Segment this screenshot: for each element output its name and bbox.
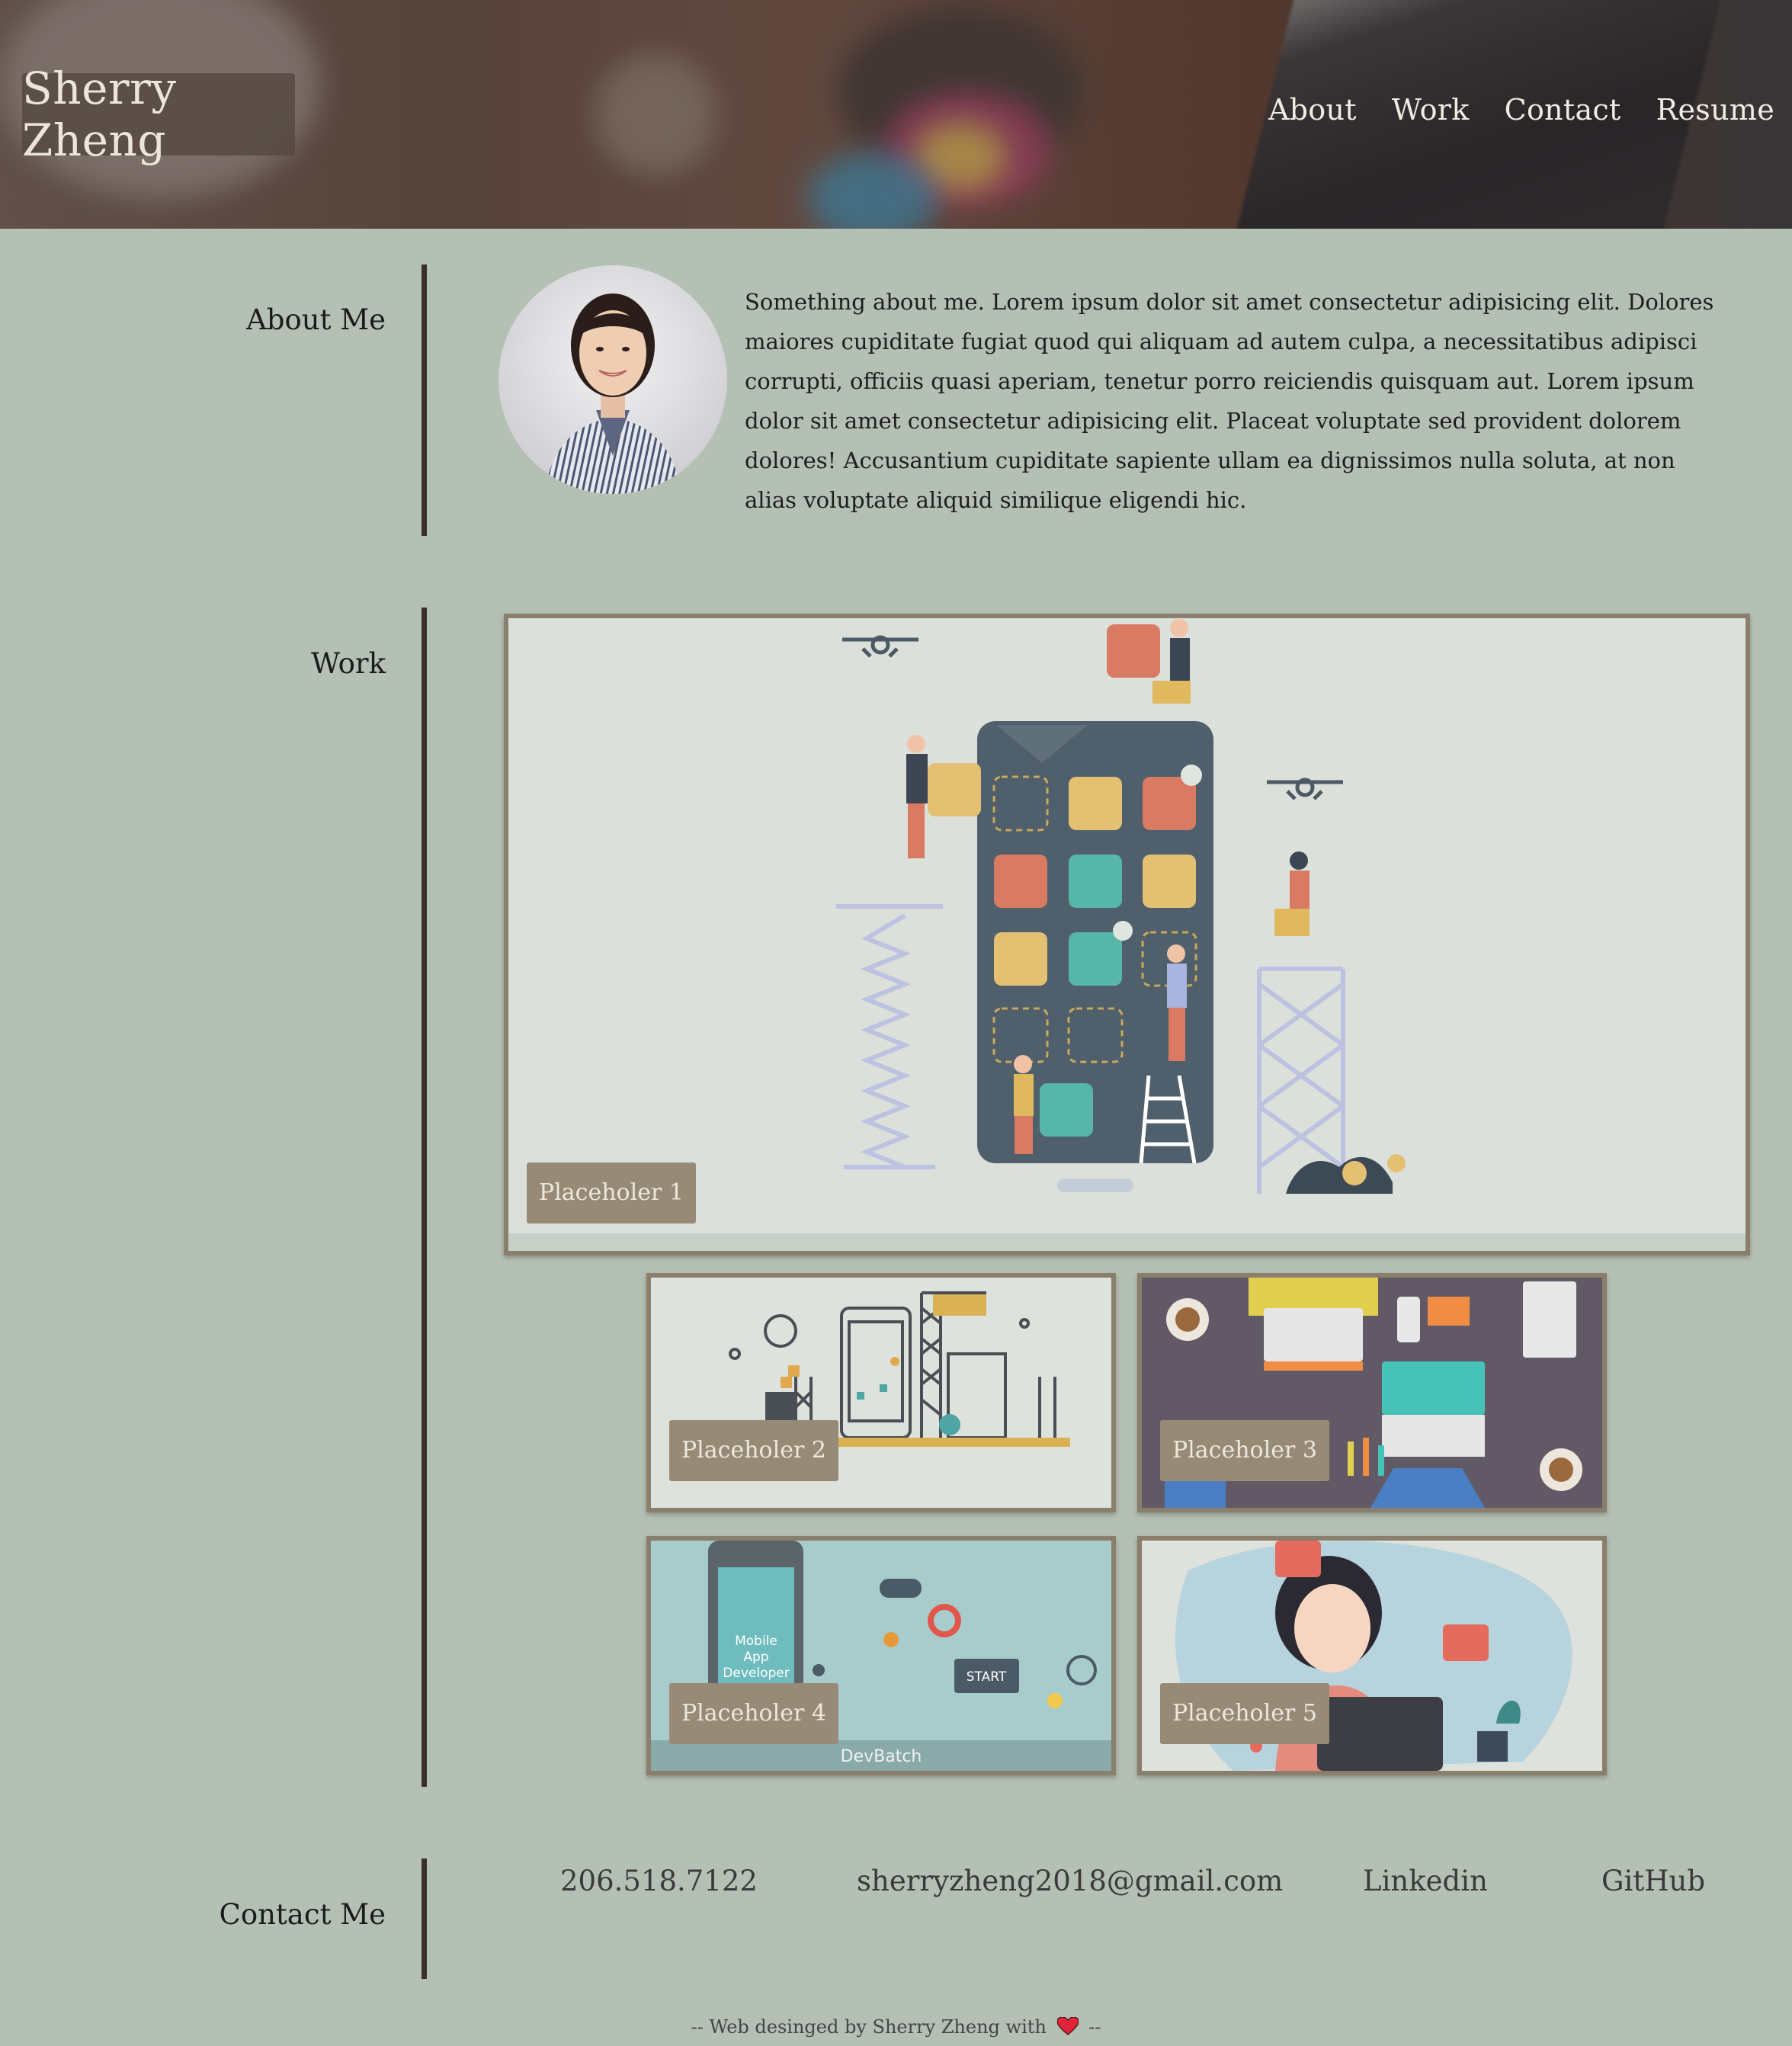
- footer-text-suffix: --: [1088, 2016, 1101, 2038]
- app-development-illustration: [508, 618, 1746, 1251]
- project-card-5[interactable]: Placeholer 5: [1137, 1536, 1607, 1775]
- project-label: Placeholer 4: [669, 1683, 838, 1744]
- project-label: Placeholer 1: [527, 1162, 696, 1223]
- project-label: Placeholer 5: [1160, 1683, 1329, 1744]
- project-card-1[interactable]: Placeholer 1: [504, 614, 1750, 1256]
- phone-link[interactable]: 206.518.7122: [560, 1865, 758, 1897]
- devbatch-logo: DevBatch: [841, 1747, 922, 1766]
- section-divider: [422, 265, 427, 536]
- profile-photo: [498, 265, 727, 494]
- contact-title: Contact Me: [219, 1898, 386, 1931]
- hero-header: Sherry Zheng About Work Contact Resume: [0, 0, 1792, 229]
- nav-about[interactable]: About: [1268, 93, 1357, 127]
- project-label: Placeholer 2: [669, 1420, 838, 1481]
- nav-contact[interactable]: Contact: [1505, 93, 1621, 127]
- github-link[interactable]: GitHub: [1601, 1865, 1705, 1897]
- footer-text-prefix: -- Web desinged by Sherry Zheng with: [691, 2016, 1047, 2038]
- project-card-4[interactable]: Mobile App Developer START DevBatch Plac…: [646, 1536, 1116, 1775]
- main-nav: About Work Contact Resume: [1268, 93, 1774, 127]
- about-text: Something about me. Lorem ipsum dolor si…: [745, 289, 1714, 513]
- email-link[interactable]: sherryzheng2018@gmail.com: [857, 1865, 1283, 1897]
- project-card-3[interactable]: Placeholer 3: [1137, 1273, 1607, 1512]
- linkedin-link[interactable]: Linkedin: [1363, 1865, 1488, 1897]
- project-card-2[interactable]: Placeholer 2: [646, 1273, 1116, 1512]
- section-divider: [422, 608, 427, 1787]
- about-title: About Me: [246, 303, 386, 336]
- phone-caption: Developer: [723, 1666, 789, 1681]
- nav-resume[interactable]: Resume: [1656, 93, 1774, 127]
- nav-work[interactable]: Work: [1392, 93, 1470, 127]
- phone-caption: Mobile: [735, 1634, 777, 1649]
- start-sign: START: [967, 1669, 1007, 1685]
- heart-icon: [1056, 2016, 1079, 2040]
- work-title: Work: [311, 647, 386, 680]
- project-label: Placeholer 3: [1160, 1420, 1329, 1481]
- section-divider: [422, 1858, 427, 1979]
- phone-caption: App: [743, 1650, 768, 1665]
- brand-logo[interactable]: Sherry Zheng: [22, 63, 295, 166]
- footer: -- Web desinged by Sherry Zheng with --: [0, 2016, 1792, 2040]
